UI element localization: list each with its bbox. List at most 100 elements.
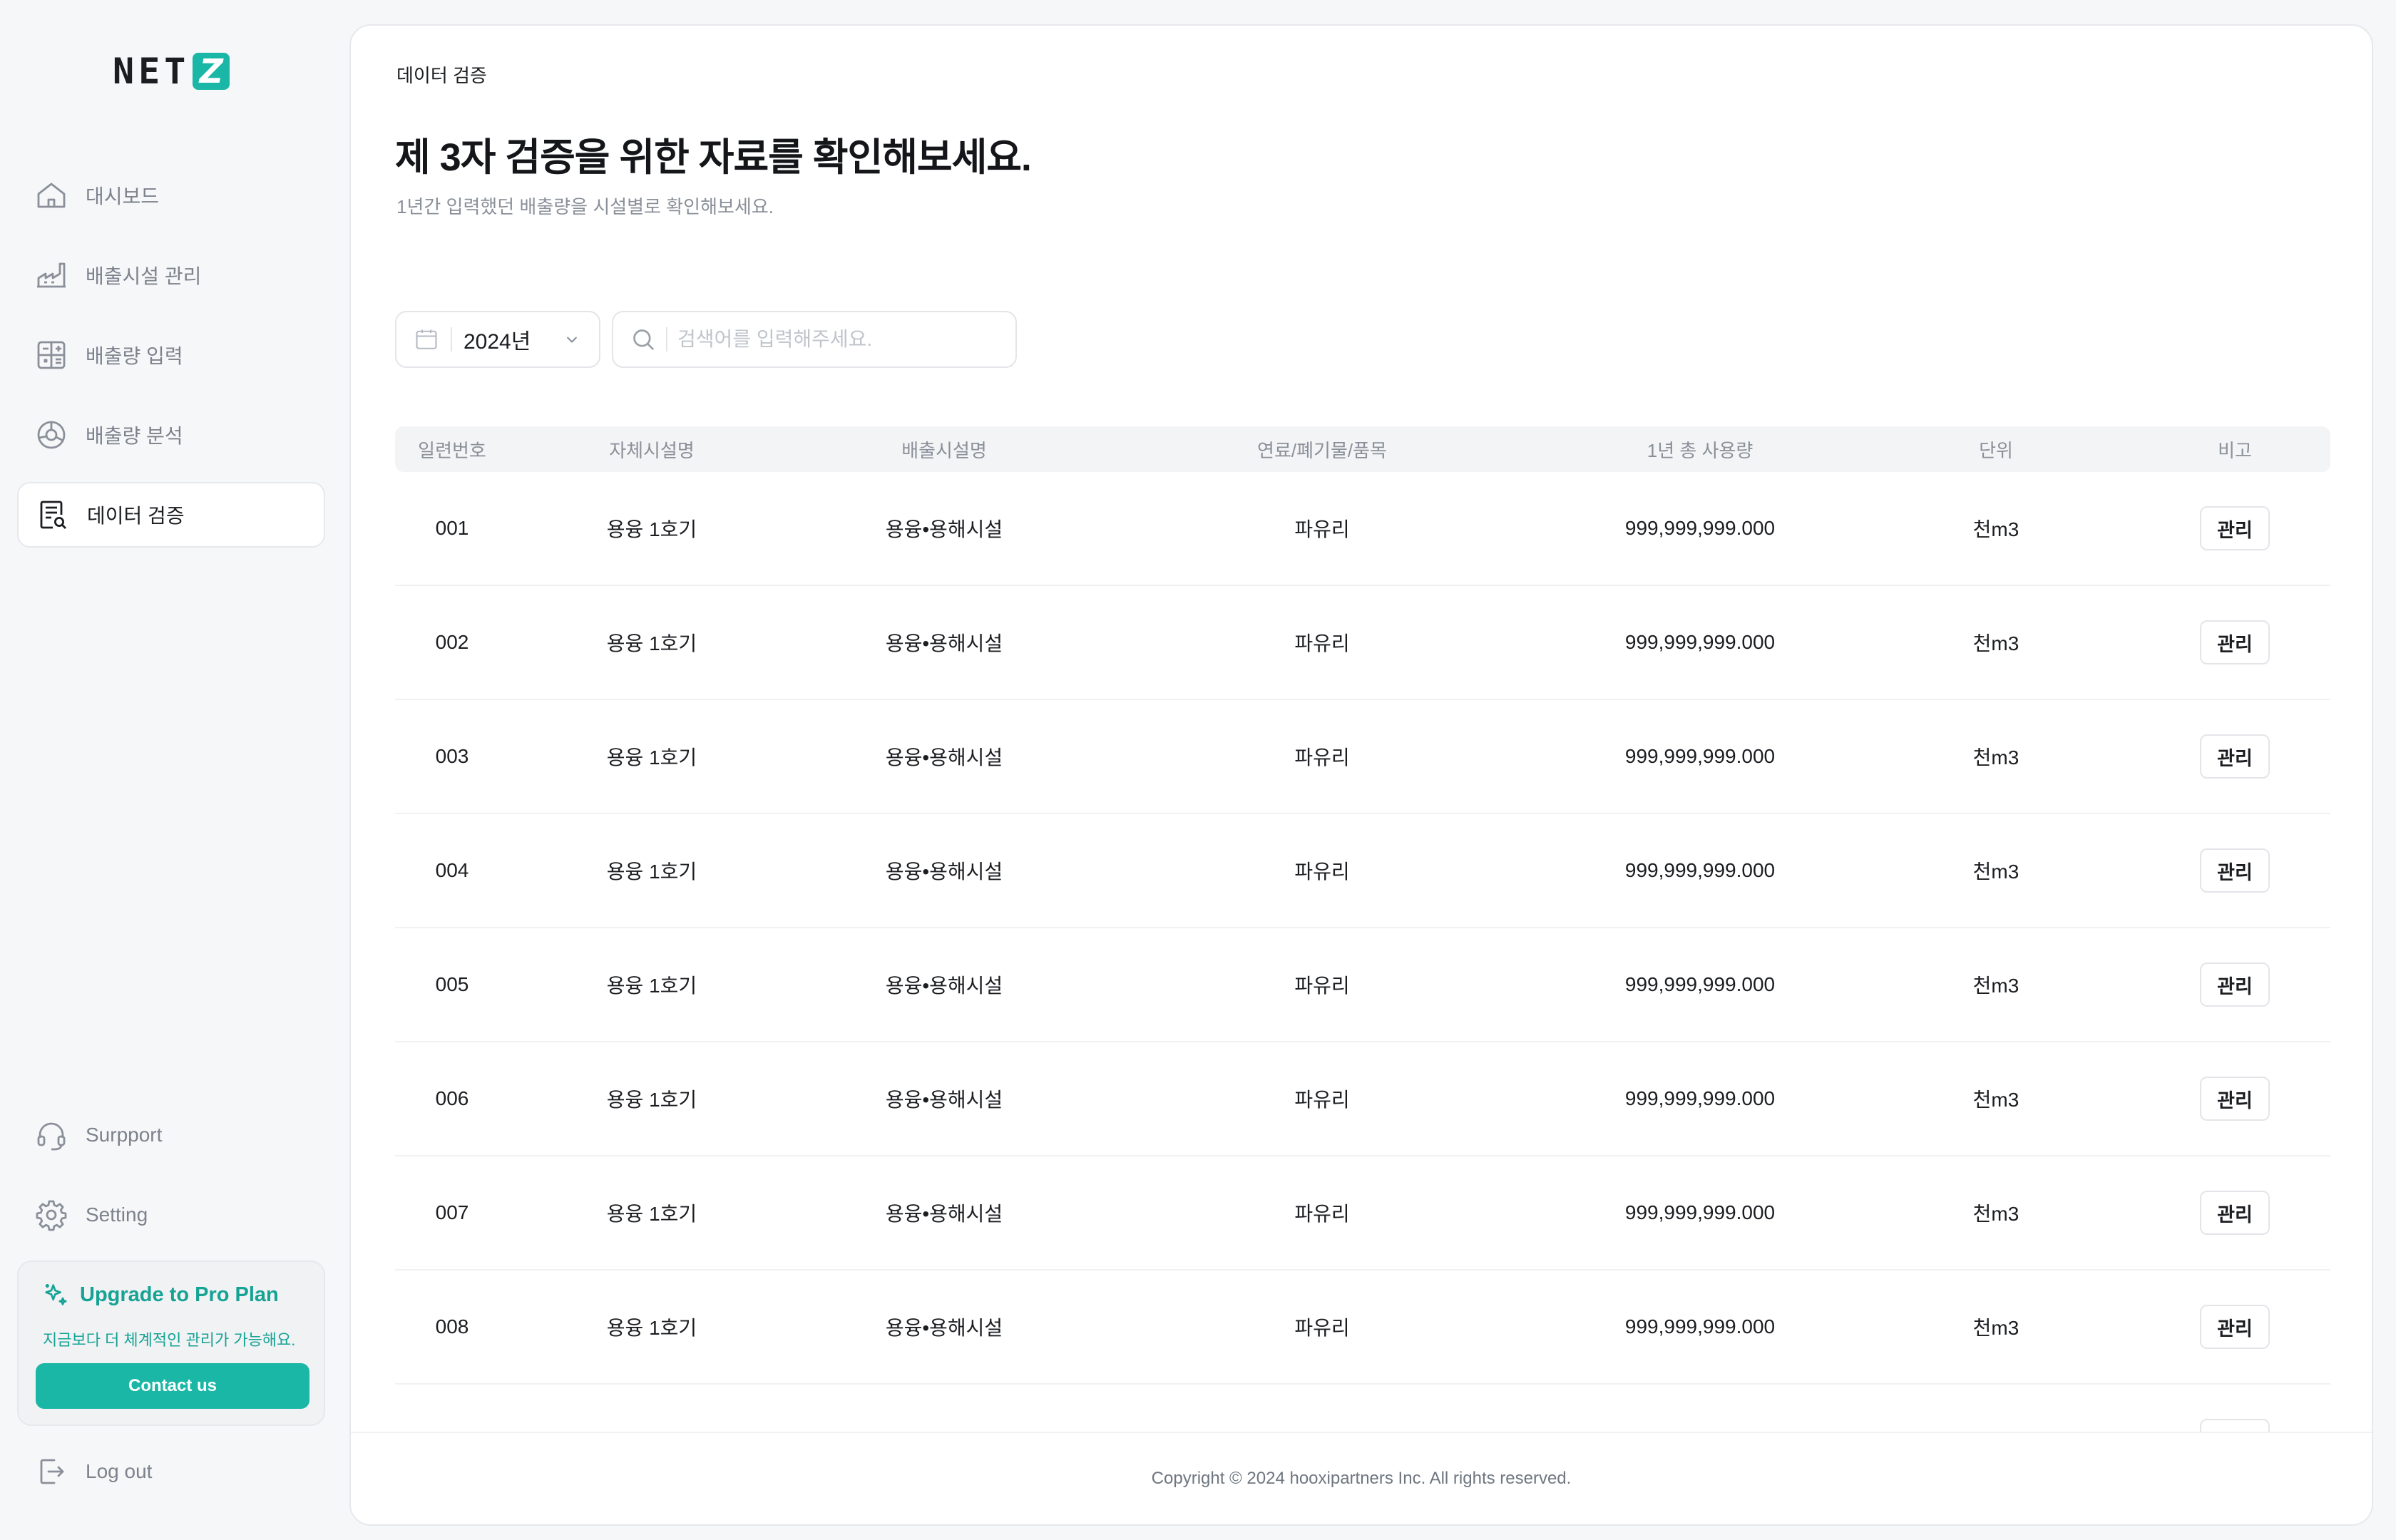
annual-usage-cell: 999,999,999.000 — [1624, 1087, 1776, 1109]
table-row: 005 용융 1호기 용융•용해시설 파유리 999,999,999.000 천m3 관리 — [395, 928, 2330, 1042]
serial-cell: 005 — [435, 973, 469, 995]
upgrade-title-text: Upgrade to Pro Plan — [80, 1283, 279, 1306]
sidebar-item-emission-input[interactable]: 배출량 입력 — [17, 322, 325, 388]
emission-facility-cell: 용융•용해시설 — [885, 1089, 1003, 1111]
unit-cell: 천m3 — [1972, 1317, 2019, 1339]
own-facility-cell: 용융 1호기 — [606, 1203, 697, 1225]
calculator-icon — [34, 338, 68, 372]
sidebar-item-support[interactable]: Surpport — [17, 1102, 325, 1168]
document-search-icon — [36, 498, 70, 532]
fuel-cell: 파유리 — [1294, 632, 1350, 654]
table-row: 003 용융 1호기 용융•용해시설 파유리 999,999,999.000 천m3 관리 — [395, 700, 2330, 814]
copyright-text: Copyright © 2024 hooxipartners Inc. All … — [1151, 1469, 1572, 1488]
sidebar-item-logout[interactable]: Log out — [17, 1439, 325, 1504]
table-header: 일련번호 자체시설명 배출시설명 연료/폐기물/품목 1년 총 사용량 단위 비… — [395, 426, 2330, 472]
serial-cell: 004 — [435, 859, 469, 881]
gear-icon — [34, 1198, 68, 1232]
manage-button[interactable]: 관리 — [2200, 620, 2270, 664]
sidebar-item-setting[interactable]: Setting — [17, 1182, 325, 1248]
emission-facility-cell: 용융•용해시설 — [885, 746, 1003, 769]
manage-button[interactable]: 관리 — [2200, 1305, 2270, 1349]
column-header-note: 비고 — [2218, 439, 2252, 461]
search-icon — [633, 329, 654, 350]
sidebar-item-label: 데이터 검증 — [87, 505, 185, 527]
analysis-icon — [34, 418, 68, 452]
column-header-fuel: 연료/폐기물/품목 — [1257, 439, 1387, 461]
manage-button[interactable]: 관리 — [2200, 1077, 2270, 1121]
serial-cell: 007 — [435, 1201, 469, 1223]
logo-mark: Z — [193, 53, 230, 90]
netz-logo[interactable]: NET Z — [113, 51, 230, 91]
sparkle-icon — [45, 1284, 67, 1305]
table-row: 002 용융 1호기 용융•용해시설 파유리 999,999,999.000 천m3 관리 — [395, 586, 2330, 700]
sidebar: NET Z 대시보드 배출시설 관리 배출량 입력 배출량 분석 데이터 검증 … — [0, 0, 342, 1540]
search-input[interactable] — [677, 328, 977, 351]
emission-facility-cell: 용융•용해시설 — [885, 632, 1003, 654]
own-facility-cell: 용융 1호기 — [606, 632, 697, 654]
table-row: 007 용융 1호기 용융•용해시설 파유리 999,999,999.000 천m3 관리 — [395, 1156, 2330, 1270]
own-facility-cell: 용융 1호기 — [606, 975, 697, 997]
breadcrumb: 데이터 검증 — [396, 65, 487, 86]
emission-facility-cell: 용융•용해시설 — [885, 975, 1003, 997]
sidebar-item-emission-analysis[interactable]: 배출량 분석 — [17, 402, 325, 468]
sidebar-item-data-verification[interactable]: 데이터 검증 — [17, 482, 325, 548]
note-cell: 관리 — [2142, 1077, 2328, 1121]
annual-usage-cell: 999,999,999.000 — [1624, 1201, 1776, 1223]
emission-facility-cell: 용융•용해시설 — [885, 1317, 1003, 1339]
upgrade-card: Upgrade to Pro Plan 지금보다 더 체계적인 관리가 가능해요… — [17, 1261, 325, 1426]
emission-facility-cell: 용융•용해시설 — [885, 1203, 1003, 1225]
column-header-own-facility: 자체시설명 — [609, 439, 695, 461]
unit-cell: 천m3 — [1972, 746, 2019, 769]
unit-cell: 천m3 — [1972, 1089, 2019, 1111]
serial-cell: 002 — [435, 631, 469, 653]
column-header-annual-usage: 1년 총 사용량 — [1647, 439, 1754, 461]
manage-button[interactable]: 관리 — [2200, 1191, 2270, 1235]
home-icon — [34, 178, 68, 212]
manage-button[interactable]: 관리 — [2200, 734, 2270, 779]
logout-label: Log out — [86, 1460, 153, 1482]
year-select[interactable]: 2024년 — [395, 311, 600, 368]
sidebar-nav: 대시보드 배출시설 관리 배출량 입력 배출량 분석 데이터 검증 — [17, 163, 325, 562]
column-header-unit: 단위 — [1979, 439, 2013, 461]
fuel-cell: 파유리 — [1294, 746, 1350, 769]
table-row: 006 용융 1호기 용융•용해시설 파유리 999,999,999.000 천m3 관리 — [395, 1042, 2330, 1156]
note-cell: 관리 — [2142, 1191, 2328, 1235]
manage-button[interactable]: 관리 — [2200, 848, 2270, 893]
verification-table: 일련번호 자체시설명 배출시설명 연료/폐기물/품목 1년 총 사용량 단위 비… — [395, 426, 2330, 1499]
sidebar-item-dashboard[interactable]: 대시보드 — [17, 163, 325, 228]
unit-cell: 천m3 — [1972, 975, 2019, 997]
sidebar-item-label: 배출량 입력 — [86, 345, 183, 367]
contact-us-button[interactable]: Contact us — [36, 1363, 309, 1409]
setting-label: Setting — [86, 1203, 148, 1226]
emission-facility-cell: 용융•용해시설 — [885, 861, 1003, 883]
column-header-emission-facility: 배출시설명 — [901, 439, 987, 461]
manage-button[interactable]: 관리 — [2200, 962, 2270, 1007]
column-header-serial: 일련번호 — [418, 439, 486, 461]
fuel-cell: 파유리 — [1294, 975, 1350, 997]
fuel-cell: 파유리 — [1294, 1089, 1350, 1111]
serial-cell: 003 — [435, 745, 469, 767]
table-row: 004 용융 1호기 용융•용해시설 파유리 999,999,999.000 천m3 관리 — [395, 814, 2330, 928]
unit-cell: 천m3 — [1972, 518, 2019, 540]
logo-text: NET — [113, 51, 190, 92]
sidebar-item-label: 대시보드 — [86, 185, 160, 207]
factory-icon — [34, 258, 68, 292]
unit-cell: 천m3 — [1972, 861, 2019, 883]
own-facility-cell: 용융 1호기 — [606, 518, 697, 540]
annual-usage-cell: 999,999,999.000 — [1624, 517, 1776, 539]
own-facility-cell: 용융 1호기 — [606, 1317, 697, 1339]
annual-usage-cell: 999,999,999.000 — [1624, 631, 1776, 653]
note-cell: 관리 — [2142, 620, 2328, 664]
table-row: 001 용융 1호기 용융•용해시설 파유리 999,999,999.000 천m3 관리 — [395, 472, 2330, 586]
sidebar-item-label: 배출시설 관리 — [86, 265, 202, 287]
filter-bar: 2024년 — [395, 311, 1017, 368]
annual-usage-cell: 999,999,999.000 — [1624, 1315, 1776, 1338]
manage-button[interactable]: 관리 — [2200, 506, 2270, 550]
annual-usage-cell: 999,999,999.000 — [1624, 745, 1776, 767]
chevron-down-icon — [567, 337, 577, 343]
search-box — [612, 311, 1017, 368]
note-cell: 관리 — [2142, 734, 2328, 779]
own-facility-cell: 용융 1호기 — [606, 1089, 697, 1111]
sidebar-item-facility-management[interactable]: 배출시설 관리 — [17, 242, 325, 308]
note-cell: 관리 — [2142, 506, 2328, 550]
